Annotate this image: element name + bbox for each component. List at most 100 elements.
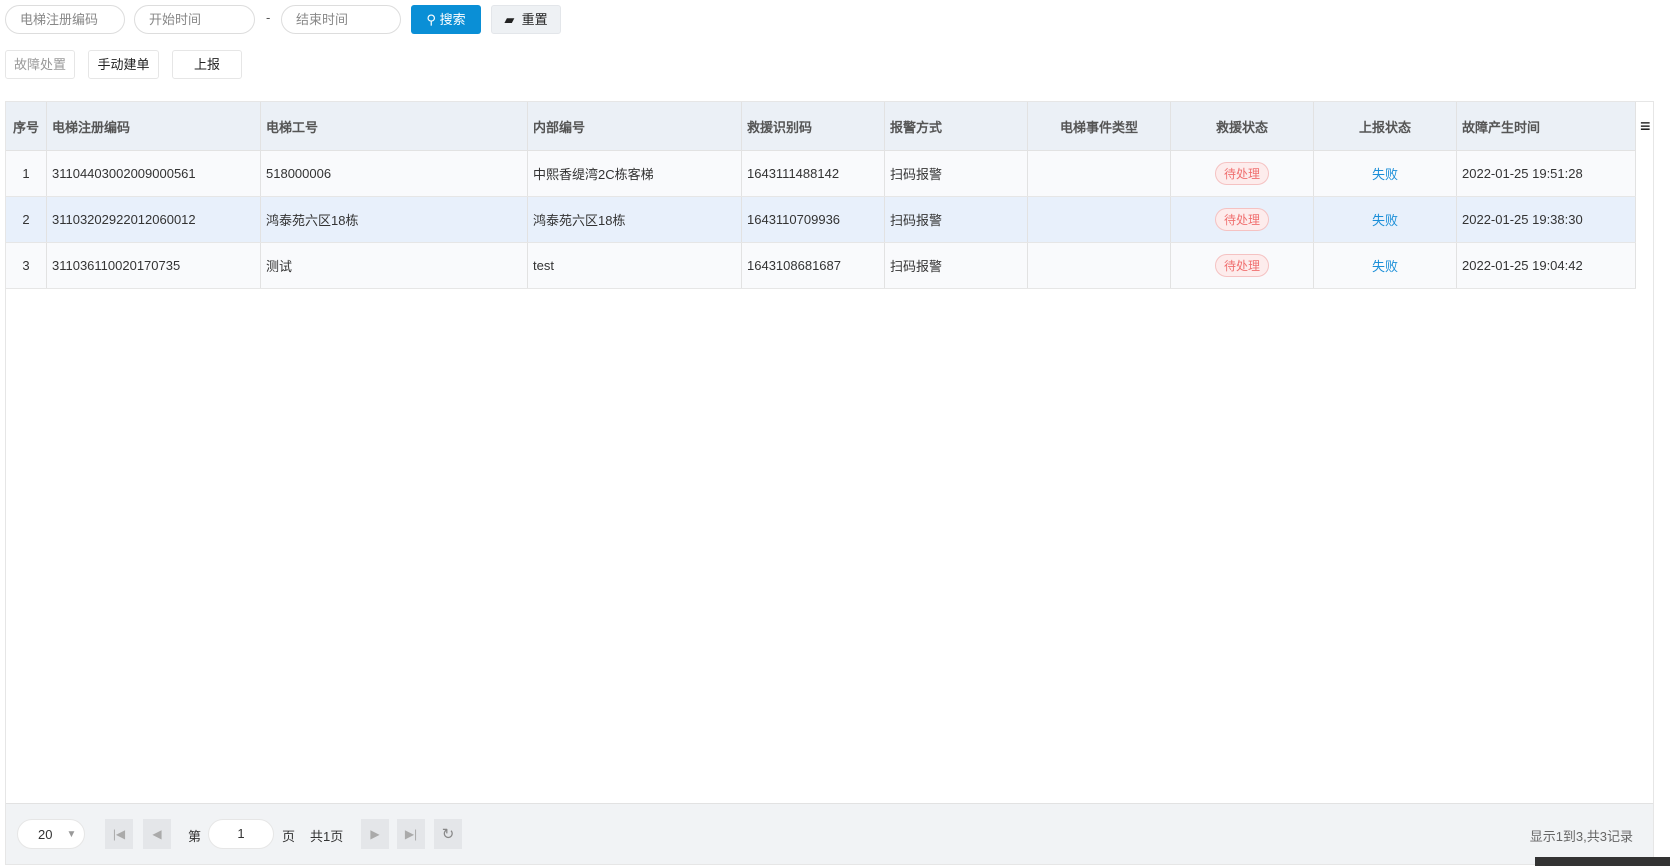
- fault-table: 序号 电梯注册编码 电梯工号 内部编号 救援识别码 报警方式 电梯事件类型 救援…: [5, 101, 1654, 865]
- status-badge: 待处理: [1214, 254, 1269, 277]
- page-size-select[interactable]: 20 ▼: [17, 819, 85, 849]
- internal-no-text: test: [533, 258, 554, 273]
- refresh-icon[interactable]: ↻: [434, 819, 462, 849]
- elevator-no-text: 鸿泰苑六区18栋: [266, 213, 359, 228]
- fault-time-text: 2022-01-25 19:04:42: [1462, 258, 1583, 273]
- col-header[interactable]: 序号: [6, 102, 47, 150]
- col-header[interactable]: 救援状态: [1171, 102, 1314, 150]
- report-status-link[interactable]: 失败: [1372, 164, 1398, 183]
- cell-row-index: 2: [6, 197, 47, 242]
- col-header[interactable]: 上报状态: [1314, 102, 1457, 150]
- fault-handle-button[interactable]: 故障处置: [5, 50, 75, 79]
- alarm-method-text: 扫码报警: [890, 167, 943, 182]
- cell-rescue-code: 1643108681687: [742, 243, 885, 288]
- page-prefix: 第: [188, 829, 202, 844]
- internal-no-text: 鸿泰苑六区18栋: [533, 213, 626, 228]
- col-header[interactable]: 报警方式: [885, 102, 1028, 150]
- rescue-code-text: 1643110709936: [747, 212, 841, 227]
- reg-code-text: 311036110020170735: [52, 258, 181, 273]
- cell-internal-no: 鸿泰苑六区18栋: [528, 197, 742, 242]
- internal-no-text: 中熙香缇湾2C栋客梯: [533, 167, 654, 182]
- rescue-code-text: 1643108681687: [747, 258, 841, 273]
- cell-fault-time: 2022-01-25 19:38:30: [1457, 197, 1636, 242]
- cell-elevator-no: 鸿泰苑六区18栋: [261, 197, 528, 242]
- report-status-link[interactable]: 失败: [1372, 210, 1398, 229]
- cell-alarm-method: 扫码报警: [885, 197, 1028, 242]
- cell-fault-time: 2022-01-25 19:51:28: [1457, 151, 1636, 196]
- col-header[interactable]: 故障产生时间: [1457, 102, 1636, 150]
- first-page-icon[interactable]: |◀: [105, 819, 133, 849]
- cell-fault-time: 2022-01-25 19:04:42: [1457, 243, 1636, 288]
- cell-internal-no: 中熙香缇湾2C栋客梯: [528, 151, 742, 196]
- page-suffix: 页: [282, 829, 296, 844]
- fault-time-text: 2022-01-25 19:51:28: [1462, 166, 1583, 181]
- table-row[interactable]: 3 311036110020170735 测试 test 1643108681687 扫码…: [6, 243, 1636, 289]
- page-size-value: 20: [38, 826, 53, 842]
- next-page-icon[interactable]: ▶: [361, 819, 389, 849]
- chevron-down-icon: ▼: [66, 828, 77, 840]
- cell-rescue-code: 1643110709936: [742, 197, 885, 242]
- col-header[interactable]: 电梯工号: [261, 102, 528, 150]
- col-header[interactable]: 内部编号: [528, 102, 742, 150]
- reset-button[interactable]: ▰ 重置: [491, 5, 561, 34]
- cell-rescue-code: 1643111488142: [742, 151, 885, 196]
- prev-page-icon[interactable]: ◀: [143, 819, 171, 849]
- column-menu-icon[interactable]: ≡: [1640, 116, 1651, 137]
- search-button[interactable]: ⚲ 搜索: [411, 5, 481, 34]
- status-badge: 待处理: [1214, 208, 1269, 231]
- cell-rescue-status: 待处理: [1171, 197, 1314, 242]
- start-time-input[interactable]: 开始时间: [134, 5, 255, 34]
- col-header[interactable]: 电梯注册编码: [47, 102, 261, 150]
- last-page-icon[interactable]: ▶|: [397, 819, 425, 849]
- cell-report-status: 失败: [1314, 197, 1457, 242]
- cell-reg-code: 31103202922012060012: [47, 197, 261, 242]
- total-pages: 共1页: [310, 829, 344, 844]
- cell-row-index: 3: [6, 243, 47, 288]
- taskbar-fragment: [1535, 857, 1670, 866]
- cell-reg-code: 311036110020170735: [47, 243, 261, 288]
- alarm-method-text: 扫码报警: [890, 259, 943, 274]
- cell-reg-code: 31104403002009000561: [47, 151, 261, 196]
- cell-event-type: [1028, 197, 1171, 242]
- cell-row-index: 1: [6, 151, 47, 196]
- cell-alarm-method: 扫码报警: [885, 151, 1028, 196]
- cell-rescue-status: 待处理: [1171, 151, 1314, 196]
- reg-code-text: 31103202922012060012: [52, 212, 196, 227]
- col-header[interactable]: 救援识别码: [742, 102, 885, 150]
- table-row[interactable]: 1 31104403002009000561 518000006 中熙香缇湾2C栋客梯…: [6, 151, 1636, 197]
- cell-internal-no: test: [528, 243, 742, 288]
- cell-event-type: [1028, 151, 1171, 196]
- row-index-text: 3: [22, 258, 30, 273]
- records-summary: 显示1到3,共3记录: [1529, 829, 1633, 844]
- cell-alarm-method: 扫码报警: [885, 243, 1028, 288]
- cell-report-status: 失败: [1314, 243, 1457, 288]
- pagination-bar: 20 ▼ |◀ ◀ 第 1 页 共1页 ▶ ▶| ↻ 显示1到3,共3记录: [6, 803, 1653, 864]
- table-row[interactable]: 2 31103202922012060012 鸿泰苑六区18栋 鸿泰苑六区18栋 164…: [6, 197, 1636, 243]
- rescue-code-text: 1643111488142: [747, 166, 840, 181]
- manual-create-button[interactable]: 手动建单: [88, 50, 159, 79]
- fault-time-text: 2022-01-25 19:38:30: [1462, 212, 1583, 227]
- alarm-method-text: 扫码报警: [890, 213, 943, 228]
- search-label: 搜索: [439, 12, 466, 27]
- reset-label: 重置: [521, 12, 548, 27]
- report-status-link[interactable]: 失败: [1372, 256, 1398, 275]
- eraser-icon: ▰: [504, 12, 515, 27]
- row-index-text: 2: [22, 212, 30, 227]
- col-header[interactable]: 电梯事件类型: [1028, 102, 1171, 150]
- elevator-no-text: 测试: [266, 259, 293, 274]
- range-dash: -: [266, 10, 271, 25]
- cell-report-status: 失败: [1314, 151, 1457, 196]
- search-icon: ⚲: [426, 12, 436, 27]
- cell-event-type: [1028, 243, 1171, 288]
- reg-code-input[interactable]: 电梯注册编码: [5, 5, 125, 34]
- end-time-input[interactable]: 结束时间: [281, 5, 401, 34]
- row-index-text: 1: [22, 166, 30, 181]
- report-button[interactable]: 上报: [172, 50, 242, 79]
- cell-elevator-no: 测试: [261, 243, 528, 288]
- cell-rescue-status: 待处理: [1171, 243, 1314, 288]
- elevator-no-text: 518000006: [266, 166, 332, 181]
- cell-elevator-no: 518000006: [261, 151, 528, 196]
- page-number-input[interactable]: 1: [208, 819, 274, 849]
- reg-code-text: 31104403002009000561: [52, 166, 196, 181]
- table-header: 序号 电梯注册编码 电梯工号 内部编号 救援识别码 报警方式 电梯事件类型 救援…: [6, 102, 1636, 151]
